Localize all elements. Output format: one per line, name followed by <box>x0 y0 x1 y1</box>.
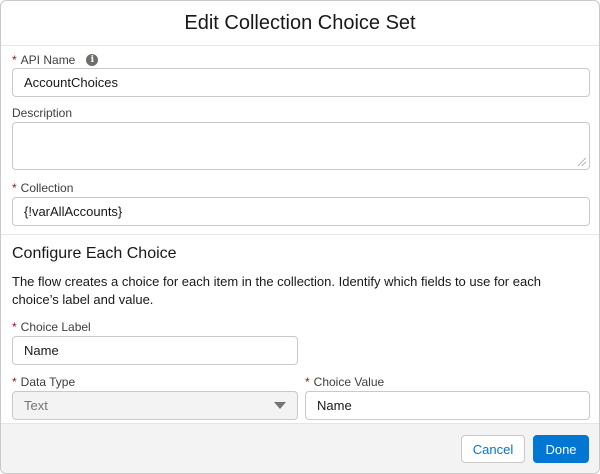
data-type-label-text: Data Type <box>20 375 76 389</box>
required-marker: * <box>12 53 17 67</box>
modal-title: Edit Collection Choice Set <box>184 11 416 34</box>
collection-label-text: Collection <box>20 181 74 195</box>
required-marker: * <box>12 375 17 389</box>
info-icon[interactable]: i <box>86 54 99 66</box>
choice-value-label: * Choice Value <box>305 375 384 389</box>
choice-value-value: Name <box>317 398 352 413</box>
configure-section-title: Configure Each Choice <box>12 245 177 262</box>
description-label-text: Description <box>12 106 73 120</box>
data-type-label: * Data Type <box>12 375 75 389</box>
section-divider <box>1 234 599 235</box>
caret-down-icon <box>274 402 286 409</box>
edit-collection-choice-set-modal: Edit Collection Choice Set * API Name i … <box>0 0 600 474</box>
modal-footer: Cancel Done <box>1 423 599 473</box>
api-name-label: * API Name i <box>12 53 99 67</box>
description-label: Description <box>12 106 72 120</box>
data-type-value: Text <box>24 398 48 413</box>
api-name-input[interactable]: AccountChoices <box>12 68 590 97</box>
collection-input[interactable]: {!varAllAccounts} <box>12 197 590 226</box>
required-marker: * <box>305 375 310 389</box>
collection-value: {!varAllAccounts} <box>24 204 123 219</box>
collection-label: * Collection <box>12 181 73 195</box>
configure-help-text: The flow creates a choice for each item … <box>12 274 541 307</box>
modal-header: Edit Collection Choice Set <box>1 1 599 46</box>
choice-label-label: * Choice Label <box>12 320 91 334</box>
data-type-select: Text <box>12 391 298 420</box>
description-textarea[interactable] <box>12 122 590 170</box>
choice-label-input[interactable]: Name <box>12 336 298 365</box>
api-name-label-text: API Name <box>20 53 76 67</box>
resize-grip-icon[interactable] <box>578 158 586 166</box>
done-button[interactable]: Done <box>533 435 589 463</box>
required-marker: * <box>12 320 17 334</box>
required-marker: * <box>12 181 17 195</box>
api-name-value: AccountChoices <box>24 75 118 90</box>
cancel-button[interactable]: Cancel <box>461 435 525 463</box>
choice-label-value: Name <box>24 343 59 358</box>
choice-label-label-text: Choice Label <box>20 320 91 334</box>
choice-value-input[interactable]: Name <box>305 391 590 420</box>
choice-value-label-text: Choice Value <box>313 375 385 389</box>
